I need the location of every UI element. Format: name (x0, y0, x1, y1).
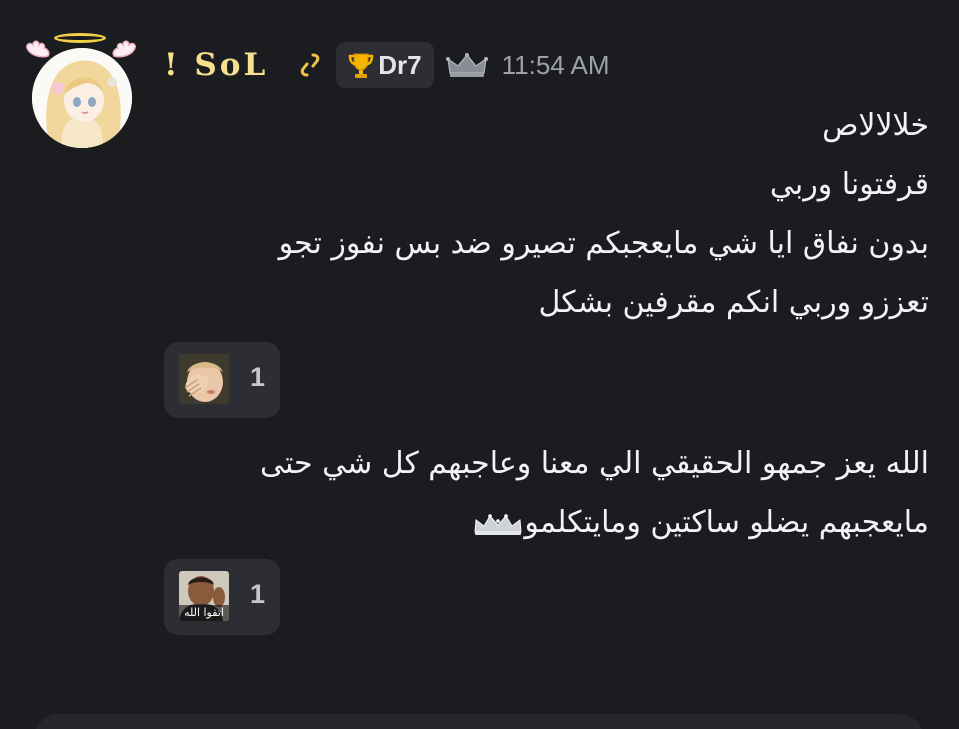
message-line: بدون نفاق ايا شي مايعجبكم تصيرو ضد بس نف… (278, 226, 929, 261)
message-text-block-1: خلالالاص قرفتونا وربي بدون نفاق ايا شي م… (169, 96, 929, 332)
message-text-block-2: الله يعز جمهو الحقيقي الي معنا وعاجبهم ك… (169, 434, 929, 552)
trophy-icon (349, 53, 374, 78)
timestamp: 11:54 AM (501, 49, 610, 80)
avatar[interactable] (32, 48, 132, 148)
link-icon (300, 53, 320, 77)
message-input-bar[interactable] (34, 714, 924, 729)
message-line: تعززو وربي انكم مقرفين بشكل (538, 285, 929, 320)
server-tag-label: Dr7 (378, 49, 422, 80)
message-line-with-emoji: مايعجبهم يضلو ساكتين ومايتكلمو (169, 493, 929, 552)
username[interactable]: ! SoL (164, 47, 268, 83)
reaction-button[interactable]: 1 (164, 342, 280, 418)
reaction-count: 1 (250, 579, 266, 609)
anime-girl-avatar-image (32, 48, 132, 148)
message-header: ! SoL Dr7 11:54 AM (160, 40, 610, 90)
reaction-count: 1 (250, 362, 266, 392)
message-line: مايعجبهم يضلو ساكتين ومايتكلمو (524, 505, 929, 540)
halo-icon (54, 33, 106, 43)
wing-right-icon (112, 40, 136, 58)
message-line: قرفتونا وربي (769, 167, 929, 202)
crown-icon[interactable] (445, 51, 488, 79)
message-line: خلالالاص (822, 108, 929, 143)
user-avatar-wrapper[interactable] (24, 30, 138, 148)
crown-emoji-icon (474, 513, 522, 535)
sticker-caption: اتقوا الله (179, 605, 229, 621)
server-tag[interactable]: Dr7 (336, 42, 434, 88)
message-line: الله يعز جمهو الحقيقي الي معنا وعاجبهم ك… (259, 446, 929, 481)
man-sticker-icon: اتقوا الله (179, 571, 229, 621)
chat-message: ! SoL Dr7 11:54 AM خلالالاص قرفتونا وربي… (0, 0, 959, 729)
facepalm-sticker-icon (179, 354, 229, 404)
reaction-button[interactable]: اتقوا الله 1 (164, 559, 280, 635)
wing-left-icon (26, 40, 50, 58)
